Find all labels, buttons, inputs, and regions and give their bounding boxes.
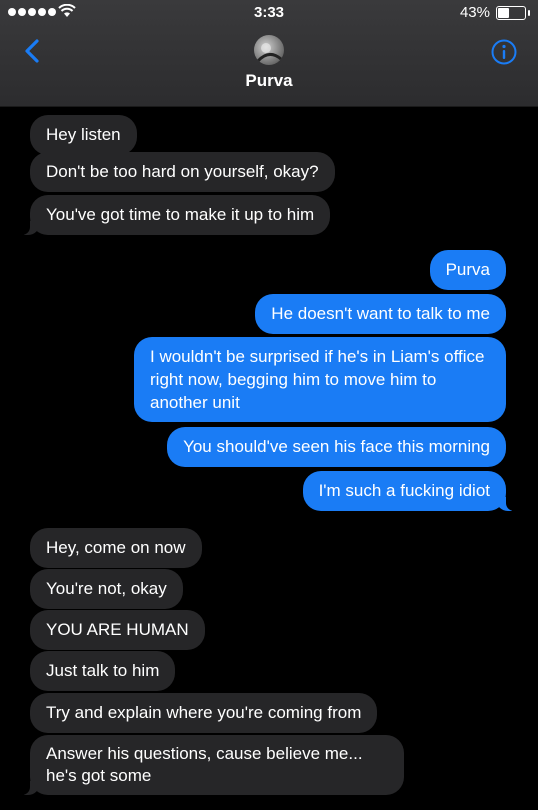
message-bubble-incoming[interactable]: Answer his questions, cause believe me..… <box>20 735 404 795</box>
message-bubble-incoming[interactable]: YOU ARE HUMAN <box>30 610 205 650</box>
message-bubble-incoming[interactable]: You've got time to make it up to him <box>19 195 331 235</box>
message-list: Hey listen Don't be too hard on yourself… <box>0 0 538 810</box>
message-text: You've got time to make it up to him <box>46 205 315 224</box>
message-bubble-incoming[interactable]: Just talk to him <box>30 651 176 691</box>
message-bubble-outgoing[interactable]: You should've seen his face this morning <box>167 427 506 467</box>
message-bubble-outgoing[interactable]: I wouldn't be surprised if he's in Liam'… <box>134 337 506 422</box>
message-bubble-incoming[interactable]: Try and explain where you're coming from <box>30 693 378 733</box>
message-bubble-outgoing[interactable]: He doesn't want to talk to me <box>255 294 506 334</box>
message-bubble-outgoing[interactable]: Purva <box>429 250 506 290</box>
message-bubble-incoming[interactable]: You're not, okay <box>30 569 183 609</box>
message-bubble-incoming[interactable]: Hey listen <box>30 115 137 155</box>
message-text: Answer his questions, cause believe me..… <box>46 744 363 785</box>
message-text: I'm such a fucking idiot <box>318 481 490 500</box>
message-bubble-incoming[interactable]: Hey, come on now <box>30 528 202 568</box>
message-bubble-outgoing[interactable]: I'm such a fucking idiot <box>302 471 517 511</box>
message-bubble-incoming[interactable]: Don't be too hard on yourself, okay? <box>30 152 335 192</box>
